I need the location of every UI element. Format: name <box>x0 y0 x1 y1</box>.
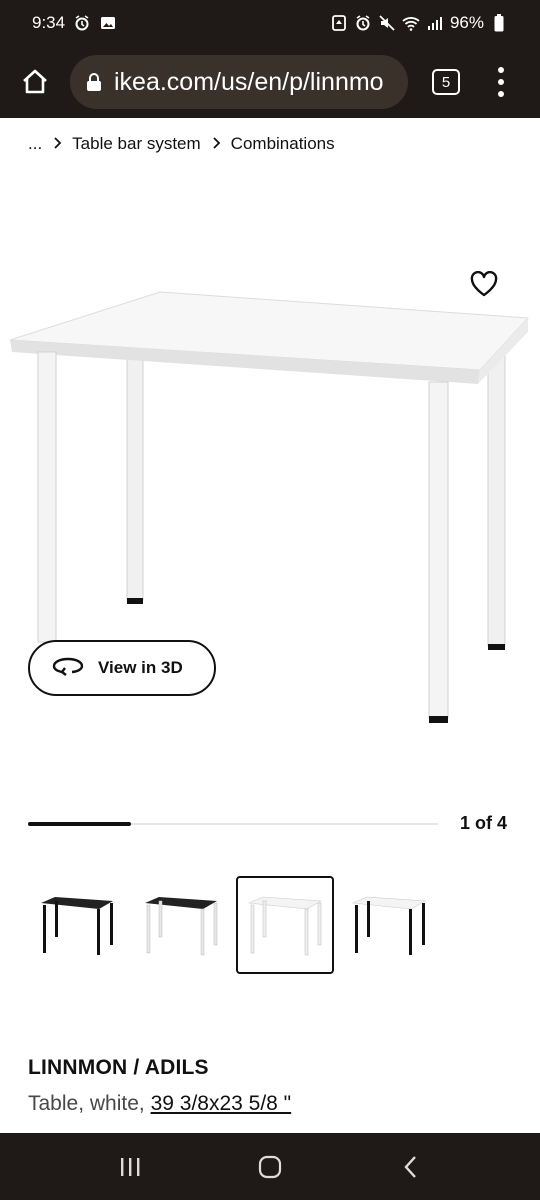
breadcrumb-item-combinations[interactable]: Combinations <box>231 134 335 154</box>
thumbnail-white-black-table[interactable] <box>340 876 438 974</box>
home-circle-icon <box>258 1155 282 1178</box>
breadcrumb-item-table-bar-system[interactable]: Table bar system <box>72 134 201 154</box>
thumbnail-white-table[interactable] <box>236 876 334 974</box>
home-nav-button[interactable] <box>250 1147 290 1187</box>
rotate-3d-icon <box>52 655 84 682</box>
chevron-right-icon <box>211 136 221 152</box>
address-bar[interactable]: ikea.com/us/en/p/linnmo <box>70 55 408 109</box>
view-in-3d-button[interactable]: View in 3D <box>28 640 216 696</box>
url-text: ikea.com/us/en/p/linnmo <box>114 67 384 96</box>
mute-icon <box>378 14 396 32</box>
back-icon <box>404 1155 416 1178</box>
thumbnail-black-white-table[interactable] <box>132 876 230 974</box>
gallery-counter: 1 of 4 <box>460 813 508 833</box>
battery-percent: 96% <box>449 13 484 32</box>
menu-dot-icon <box>498 91 504 97</box>
view-in-3d-label: View in 3D <box>98 658 183 677</box>
thumbnail-black-table[interactable] <box>28 876 126 974</box>
gallery-progress-fill <box>28 822 131 826</box>
chevron-right-icon <box>52 136 62 152</box>
back-button[interactable] <box>390 1147 430 1187</box>
browser-toolbar: ikea.com/us/en/p/linnmo 5 <box>0 46 540 118</box>
recent-apps-button[interactable] <box>110 1147 150 1187</box>
recycle-icon <box>330 14 348 32</box>
system-nav-bar <box>0 1133 540 1200</box>
alarm-icon <box>354 14 372 32</box>
breadcrumb-ellipsis[interactable]: ... <box>28 134 42 154</box>
product-name: LINNMON / ADILS <box>28 1056 209 1079</box>
menu-dot-icon <box>498 79 504 85</box>
heart-icon <box>470 271 498 297</box>
breadcrumb: ... Table bar system Combinations <box>28 134 335 154</box>
product-desc-text: Table, white, <box>28 1092 145 1115</box>
gallery-progress <box>28 822 438 826</box>
alarm-icon <box>73 14 91 32</box>
thumbnail-strip <box>28 876 438 974</box>
menu-dot-icon <box>498 67 504 73</box>
signal-icon <box>426 14 444 32</box>
wifi-icon <box>402 14 420 32</box>
home-button[interactable] <box>14 61 56 103</box>
recent-apps-icon <box>121 1157 140 1176</box>
more-menu-button[interactable] <box>496 67 506 97</box>
tab-switcher-button[interactable]: 5 <box>432 69 460 95</box>
favorite-button[interactable] <box>468 268 500 300</box>
home-icon <box>23 69 47 94</box>
lock-icon <box>84 72 104 92</box>
status-time: 9:34 <box>32 13 66 32</box>
product-description: Table, white, 39 3/8x23 5/8 " <box>28 1092 291 1116</box>
product-dimensions-link[interactable]: 39 3/8x23 5/8 " <box>151 1092 292 1115</box>
battery-icon <box>490 14 508 32</box>
status-bar: 9:34 96% <box>0 0 540 46</box>
gallery-icon <box>99 14 117 32</box>
